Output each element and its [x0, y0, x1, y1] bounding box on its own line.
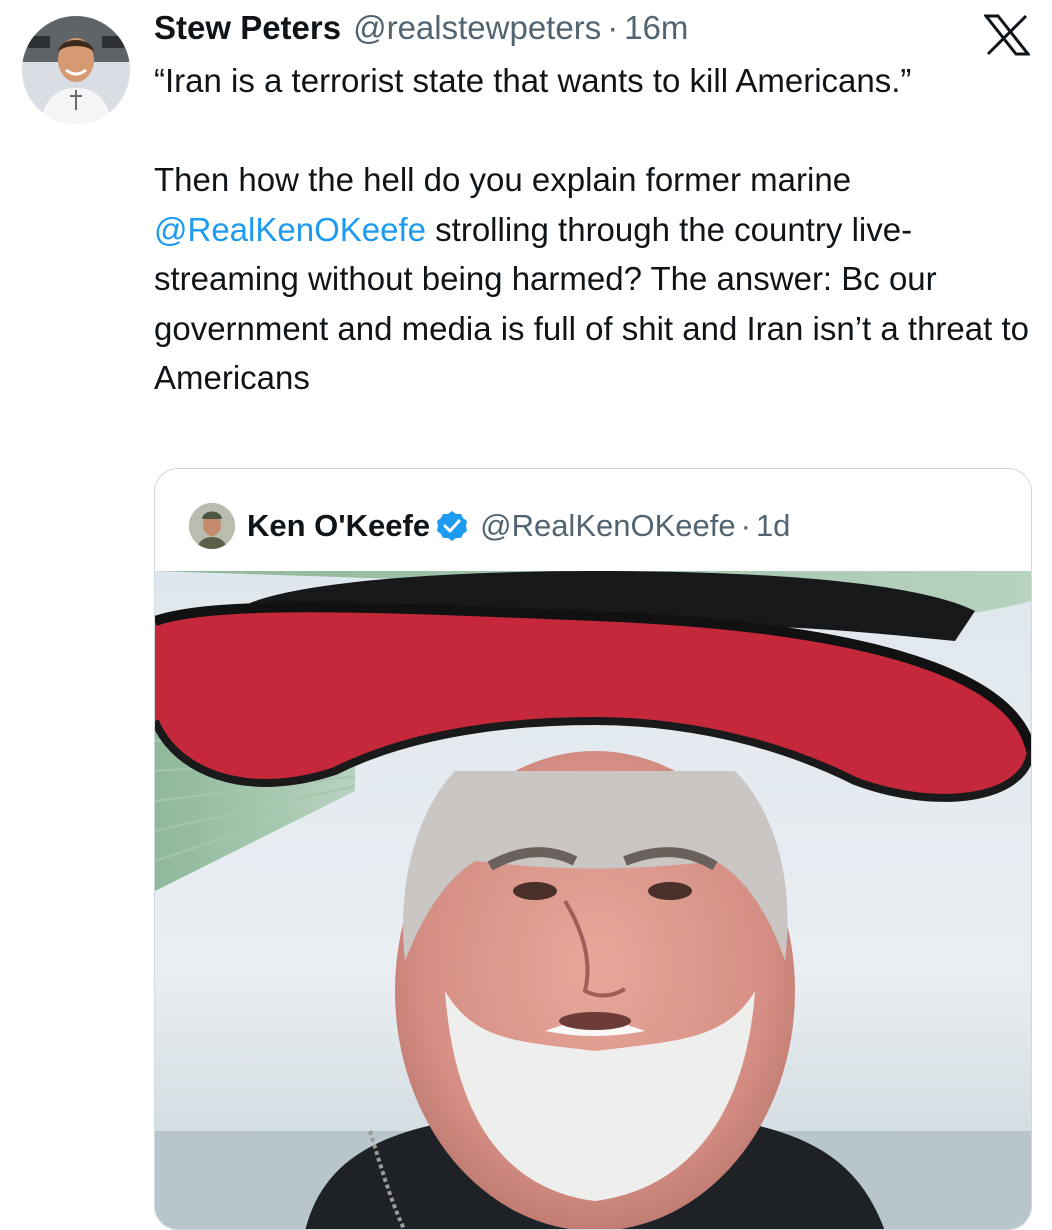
- tweet-quote-line: “Iran is a terrorist state that wants to…: [154, 62, 912, 99]
- author-avatar[interactable]: [22, 16, 130, 124]
- quoted-tweet-header: Ken O'Keefe @RealKenOKeefe · 1d: [189, 503, 790, 549]
- quoted-author-handle[interactable]: @RealKenOKeefe: [480, 508, 736, 544]
- separator-dot: ·: [607, 9, 619, 46]
- tweet-header: Stew Peters @realstewpeters · 16m: [154, 8, 688, 48]
- quoted-author-name[interactable]: Ken O'Keefe: [247, 508, 430, 544]
- quoted-tweet-card[interactable]: Ken O'Keefe @RealKenOKeefe · 1d: [154, 468, 1032, 1230]
- mention-link[interactable]: @RealKenOKeefe: [154, 211, 426, 248]
- author-handle[interactable]: @realstewpeters: [353, 9, 601, 47]
- verified-badge-icon: [436, 510, 468, 542]
- tweet-body-start: Then how the hell do you explain former …: [154, 161, 852, 198]
- author-name[interactable]: Stew Peters: [154, 9, 341, 47]
- quoted-author-avatar[interactable]: [189, 503, 235, 549]
- tweet-text: “Iran is a terrorist state that wants to…: [154, 56, 1034, 403]
- quoted-video-thumbnail[interactable]: [155, 571, 1031, 1229]
- quoted-separator-dot: ·: [740, 508, 751, 543]
- tweet-timestamp[interactable]: 16m: [624, 9, 688, 47]
- quoted-timestamp[interactable]: 1d: [756, 508, 790, 544]
- x-logo-icon: [982, 14, 1032, 56]
- tweet-body: Then how the hell do you explain former …: [154, 155, 1034, 403]
